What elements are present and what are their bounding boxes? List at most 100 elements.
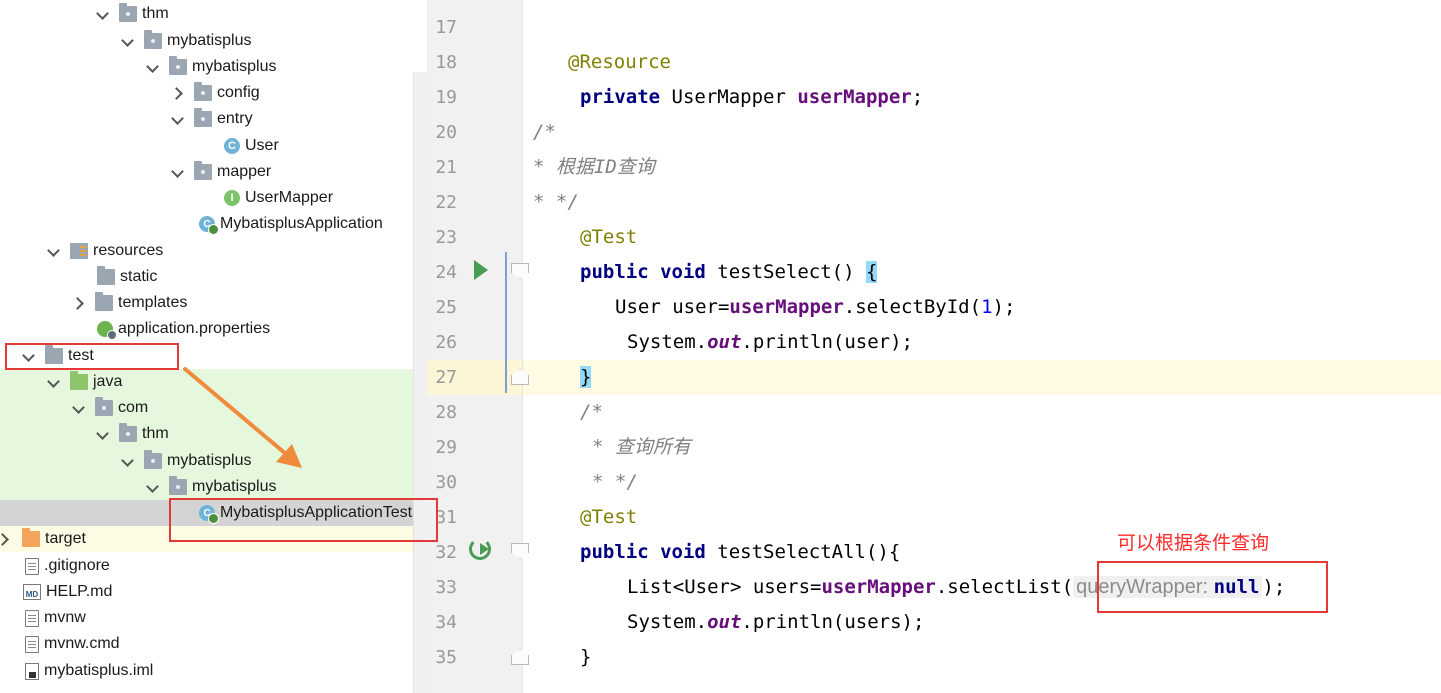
- tree-item-label: mybatisplus: [192, 478, 277, 495]
- annotation-token: @Test: [580, 226, 638, 248]
- rerun-test-icon[interactable]: [469, 538, 491, 560]
- code-line-19[interactable]: private UserMapper userMapper;: [580, 80, 923, 115]
- folder-icon: [97, 266, 115, 285]
- code-line-27[interactable]: }: [580, 360, 592, 395]
- code-token: .println(users);: [741, 611, 925, 633]
- code-line-24[interactable]: public void testSelect() {: [580, 255, 878, 290]
- code-token: System.: [627, 331, 708, 353]
- tree-item-mybatisplus[interactable]: mybatisplus: [147, 474, 276, 500]
- keyword-token: void: [648, 261, 706, 283]
- code-line-21[interactable]: * 根据ID查询: [533, 150, 655, 185]
- tree-item-label: target: [45, 530, 86, 547]
- code-line-34[interactable]: System.out.println(users);: [627, 605, 924, 640]
- code-line-30[interactable]: * */: [592, 465, 638, 500]
- line-number: 26: [435, 332, 457, 353]
- tree-item-application-properties[interactable]: application.properties: [97, 316, 270, 342]
- chevron-down-icon[interactable]: [48, 245, 60, 257]
- chevron-down-icon[interactable]: [172, 166, 184, 178]
- run-test-icon[interactable]: [474, 260, 488, 280]
- tree-item-mybatisplus-iml[interactable]: mybatisplus.iml: [25, 658, 153, 684]
- chevron-down-icon[interactable]: [147, 61, 159, 73]
- code-line-32[interactable]: public void testSelectAll(){: [580, 535, 900, 570]
- brace-token: }: [580, 646, 592, 668]
- chevron-down-icon[interactable]: [172, 113, 184, 125]
- line-number: 23: [435, 227, 457, 248]
- tree-item-usermapper[interactable]: I UserMapper: [224, 185, 333, 211]
- markdown-file-icon: MD: [23, 584, 41, 600]
- tree-item-entry[interactable]: entry: [172, 106, 253, 132]
- line-number: 24: [435, 262, 457, 283]
- code-token: User user=: [615, 296, 730, 318]
- code-token: System.: [627, 611, 708, 633]
- highlight-box-query-wrapper: [1097, 561, 1328, 613]
- chevron-right-icon[interactable]: [172, 87, 184, 99]
- chevron-down-icon[interactable]: [48, 376, 60, 388]
- code-line-28[interactable]: /*: [580, 395, 603, 430]
- field-token: userMapper: [797, 86, 912, 108]
- chevron-down-icon[interactable]: [97, 8, 109, 20]
- excluded-folder-icon: [22, 528, 40, 547]
- tree-item-mvnw-cmd[interactable]: mvnw.cmd: [25, 631, 120, 657]
- code-line-22[interactable]: * */: [533, 185, 579, 220]
- line-number: 21: [435, 157, 457, 178]
- tree-item-templates[interactable]: templates: [73, 290, 187, 316]
- tree-item-label: entry: [217, 110, 253, 127]
- code-token: .println(user);: [741, 331, 913, 353]
- keyword-token: public: [580, 261, 649, 283]
- chevron-right-icon[interactable]: [73, 297, 85, 309]
- annotation-token: @Resource: [568, 51, 671, 73]
- tree-item-java[interactable]: java: [48, 369, 122, 395]
- package-folder-icon: [119, 3, 137, 22]
- chevron-down-icon[interactable]: [147, 481, 159, 493]
- tree-item-user[interactable]: C User: [224, 133, 279, 159]
- tree-item-label: mybatisplus: [192, 58, 277, 75]
- code-line-35[interactable]: }: [580, 640, 591, 675]
- tree-item-target[interactable]: target: [0, 526, 86, 552]
- gutter-divider: [522, 0, 523, 693]
- folder-icon: [95, 292, 113, 311]
- highlight-box-tests-class: [169, 498, 438, 542]
- chevron-right-icon[interactable]: [0, 533, 10, 545]
- number-token: 1: [981, 296, 993, 318]
- tree-item-help-md[interactable]: MD HELP.md: [23, 579, 112, 605]
- tree-item-static[interactable]: static: [97, 264, 157, 290]
- tree-item-gitignore[interactable]: .gitignore: [25, 553, 110, 579]
- code-token: .selectById(: [843, 296, 982, 318]
- chevron-down-icon[interactable]: [122, 35, 134, 47]
- code-line-31[interactable]: @Test: [580, 500, 637, 535]
- keyword-token: void: [648, 541, 706, 563]
- tree-item-mybatisplusapplication[interactable]: C MybatisplusApplication: [199, 211, 383, 237]
- chevron-down-icon[interactable]: [73, 402, 85, 414]
- code-line-20[interactable]: /*: [533, 115, 556, 150]
- tree-item-thm[interactable]: thm: [97, 1, 169, 27]
- code-line-29[interactable]: * 查询所有: [592, 430, 691, 465]
- tree-item-thm[interactable]: thm: [97, 421, 169, 447]
- tree-item-mybatisplus[interactable]: mybatisplus: [122, 448, 251, 474]
- tree-item-mybatisplus[interactable]: mybatisplus: [147, 54, 276, 80]
- spring-boot-class-icon: C: [199, 216, 219, 235]
- code-line-26[interactable]: System.out.println(user);: [627, 325, 913, 360]
- package-folder-icon: [169, 476, 187, 495]
- tree-item-resources[interactable]: resources: [48, 238, 163, 264]
- tree-item-label: thm: [142, 5, 169, 22]
- line-number: 18: [435, 52, 457, 73]
- code-line-25[interactable]: User user=userMapper.selectById(1);: [615, 290, 1015, 325]
- text-file-icon: [25, 609, 39, 627]
- package-folder-icon: [119, 423, 137, 442]
- tree-item-mapper[interactable]: mapper: [172, 159, 271, 185]
- tree-item-config[interactable]: config: [172, 80, 260, 106]
- tree-item-label: java: [93, 373, 123, 390]
- tree-scrollbar[interactable]: [413, 72, 427, 693]
- tree-item-com[interactable]: com: [73, 395, 148, 421]
- chevron-down-icon[interactable]: [122, 455, 134, 467]
- code-line-18[interactable]: @Resource: [568, 45, 671, 80]
- line-number: 33: [435, 577, 457, 598]
- tree-item-mvnw[interactable]: mvnw: [25, 605, 86, 631]
- code-line-23[interactable]: @Test: [580, 220, 637, 255]
- matched-brace: }: [580, 366, 592, 388]
- chevron-down-icon[interactable]: [97, 428, 109, 440]
- line-number: 22: [435, 192, 457, 213]
- tree-item-label: com: [118, 399, 149, 416]
- tree-item-label: mybatisplus: [167, 452, 252, 469]
- tree-item-mybatisplus[interactable]: mybatisplus: [122, 28, 251, 54]
